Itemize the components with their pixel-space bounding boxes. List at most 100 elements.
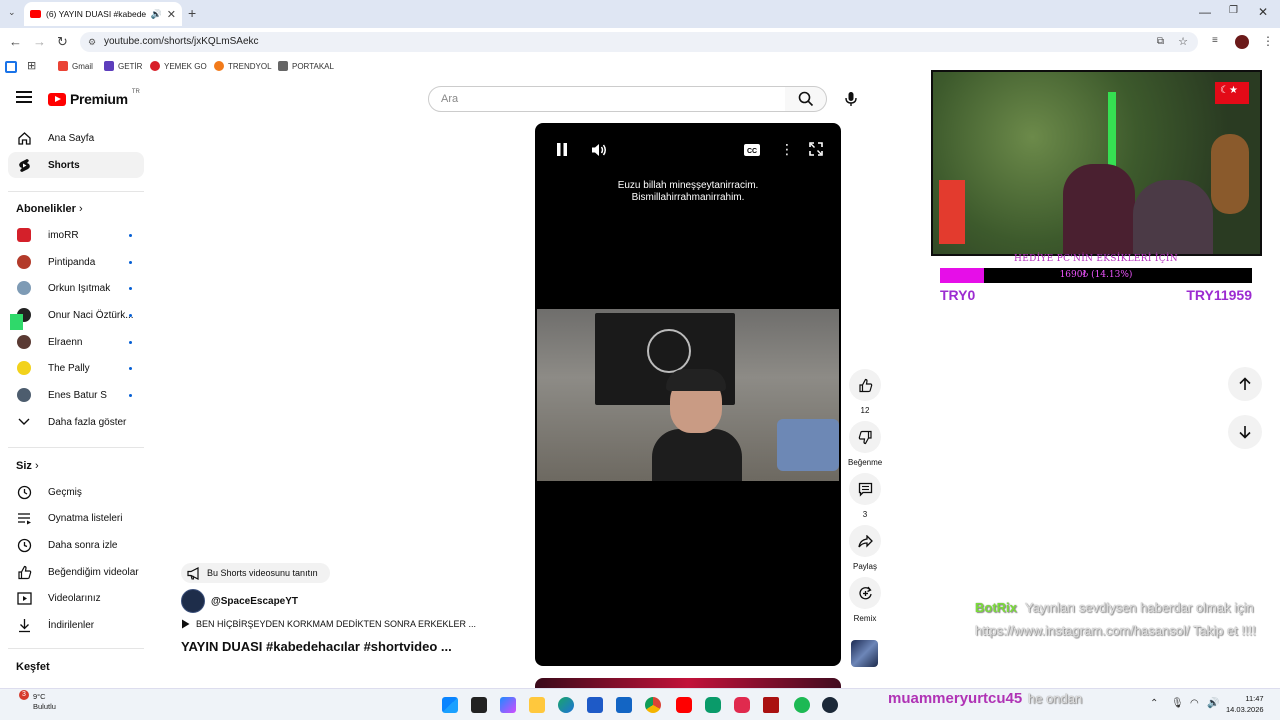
sidepanel-icon[interactable] — [5, 61, 17, 73]
short-title[interactable]: YAYIN DUASI #kabedehacılar #shortvideo .… — [181, 639, 452, 654]
channel-link[interactable]: @SpaceEscapeYT — [181, 589, 298, 613]
promote-short-button[interactable]: Bu Shorts videosunu tanıtın — [181, 563, 330, 583]
playlist-icon — [16, 510, 32, 526]
bookmark-yemekgo[interactable]: YEMEK GO — [150, 61, 207, 71]
bookmark-gmail[interactable]: Gmail — [58, 61, 93, 71]
sidebar-subscription-elraenn[interactable]: Elraenn — [8, 329, 144, 355]
copilot-icon[interactable] — [500, 697, 516, 713]
sidebar-divider — [8, 648, 144, 649]
sidebar-item-downloads[interactable]: İndirilenler — [8, 612, 144, 638]
sidebar-subscription-thepally[interactable]: The Pally — [8, 355, 144, 381]
search-input[interactable]: Ara — [428, 86, 786, 112]
search-button[interactable] — [785, 86, 827, 112]
minimize-icon[interactable]: — — [1199, 5, 1211, 19]
volume-button[interactable] — [591, 143, 608, 162]
sidebar-item-liked-videos[interactable]: Beğendiğim videolar — [8, 559, 144, 585]
sidebar-subscription-pintipanda[interactable]: Pintipanda — [8, 249, 144, 275]
sidebar-item-playlists[interactable]: Oynatma listeleri — [8, 505, 144, 531]
file-explorer-icon[interactable] — [529, 697, 545, 713]
new-tab-icon[interactable]: + — [188, 5, 196, 21]
microphone-icon[interactable]: 🎙 — [1171, 698, 1184, 709]
tray-chevron-icon[interactable]: ⌃ — [1150, 698, 1158, 709]
task-view-icon[interactable] — [471, 697, 487, 713]
reload-icon[interactable]: ↻ — [57, 34, 68, 50]
sidebar-item-history[interactable]: Geçmiş — [8, 479, 144, 505]
app-icon[interactable] — [705, 697, 721, 713]
voice-search-button[interactable] — [838, 86, 864, 112]
media-control-icon[interactable]: ≡ — [1212, 35, 1218, 46]
app-icon[interactable] — [763, 697, 779, 713]
apps-grid-icon[interactable]: ⊞ — [27, 59, 36, 72]
start-icon[interactable] — [442, 697, 458, 713]
sidebar-subscription-onur[interactable]: Onur Naci Öztürk... — [8, 302, 144, 328]
restore-icon[interactable]: ❐ — [1229, 5, 1238, 16]
show-more-button[interactable]: Daha fazla göster — [8, 409, 144, 435]
youtube-premium-logo[interactable]: Premium TR — [48, 89, 140, 107]
site-info-icon[interactable]: ⚙ — [88, 32, 96, 52]
comments-button[interactable]: 3 — [848, 473, 882, 519]
edge-icon[interactable] — [558, 697, 574, 713]
taskbar-clock[interactable]: 11:47 14.03.2026 — [1226, 693, 1264, 715]
bookmark-portakal[interactable]: PORTAKAL — [278, 61, 334, 71]
next-short-preview[interactable] — [535, 678, 841, 688]
store-icon[interactable] — [587, 697, 603, 713]
sidebar-subscription-enesbatur[interactable]: Enes Batur S — [8, 382, 144, 408]
new-content-dot — [129, 260, 132, 264]
captions-button[interactable]: CC — [744, 143, 760, 161]
hamburger-menu-icon[interactable] — [16, 91, 32, 105]
pause-button[interactable] — [556, 143, 568, 161]
audio-thumbnail[interactable] — [851, 640, 878, 667]
turkish-flag-icon — [1215, 82, 1249, 104]
close-window-icon[interactable]: ✕ — [1258, 5, 1268, 19]
like-button[interactable]: 12 — [848, 369, 882, 415]
install-icon[interactable]: ⧉ — [1157, 32, 1164, 52]
dislike-button[interactable]: Beğenme — [848, 421, 882, 467]
forward-icon[interactable]: → — [33, 34, 46, 49]
tab-close-icon[interactable]: ✕ — [167, 8, 176, 21]
youtube-icon[interactable] — [676, 697, 692, 713]
notification-badge: 3 — [19, 690, 29, 700]
wifi-icon[interactable]: ◠ — [1190, 698, 1199, 709]
sidebar-item-shorts[interactable]: Shorts — [8, 152, 144, 178]
sidebar-item-your-videos[interactable]: Videolarınız — [8, 585, 144, 611]
outlook-icon[interactable] — [616, 697, 632, 713]
channel-avatar — [181, 589, 205, 613]
sidebar-subscription-imorr[interactable]: imoRR — [8, 222, 144, 248]
sidebar-item-watch-later[interactable]: Daha sonra izle — [8, 532, 144, 558]
song-link[interactable]: BEN HİÇBİRŞEYDEN KORKMAM DEDİKTEN SONRA … — [181, 619, 476, 629]
bookmark-trendyol[interactable]: TRENDYOL — [214, 61, 272, 71]
remix-button[interactable]: Remix — [848, 577, 882, 623]
weather-widget[interactable]: 3 9°C Bulutlu — [12, 690, 56, 712]
steam-icon[interactable] — [822, 697, 838, 713]
more-options-icon[interactable]: ⋮ — [780, 141, 794, 158]
app-icon[interactable] — [734, 697, 750, 713]
sidebar-divider — [8, 191, 144, 192]
bookmark-getir[interactable]: GETİR — [104, 61, 142, 71]
tab-search-icon[interactable]: ⌄ — [8, 7, 16, 18]
you-heading[interactable]: Siz › — [16, 460, 39, 472]
remix-label: Remix — [853, 614, 877, 623]
profile-avatar[interactable] — [1235, 35, 1249, 49]
browser-menu-icon[interactable]: ⋮ — [1262, 34, 1274, 48]
chrome-icon[interactable] — [645, 697, 661, 713]
sidebar-item-home[interactable]: Ana Sayfa — [8, 125, 144, 151]
next-short-button[interactable] — [1228, 415, 1262, 449]
video-frame[interactable] — [537, 309, 839, 481]
sidebar-subscription-orkun[interactable]: Orkun Işıtmak — [8, 275, 144, 301]
browser-tab[interactable]: (6) YAYIN DUASI #kabedeh... 🔊 ✕ — [24, 2, 182, 26]
speaker-icon[interactable]: 🔊 — [1207, 698, 1219, 709]
video-icon — [16, 590, 32, 606]
bookmark-star-icon[interactable]: ☆ — [1178, 32, 1188, 52]
share-button[interactable]: Paylaş — [848, 525, 882, 571]
remix-icon — [858, 586, 872, 599]
subscriptions-heading[interactable]: Abonelikler › — [16, 203, 83, 215]
shorts-player[interactable]: Euzu billah mineşşeytanirracim. Bismilla… — [535, 123, 841, 666]
previous-short-button[interactable] — [1228, 367, 1262, 401]
address-bar[interactable]: ⚙ youtube.com/shorts/jxKQLmSAekc ⧉ ☆ — [80, 32, 1198, 52]
spotify-icon[interactable] — [794, 697, 810, 713]
speaker-icon[interactable]: 🔊 — [151, 9, 162, 20]
thumb-up-icon — [16, 564, 32, 580]
back-icon[interactable]: ← — [9, 34, 22, 49]
thumb-down-icon — [858, 430, 872, 444]
fullscreen-button[interactable] — [809, 142, 823, 161]
